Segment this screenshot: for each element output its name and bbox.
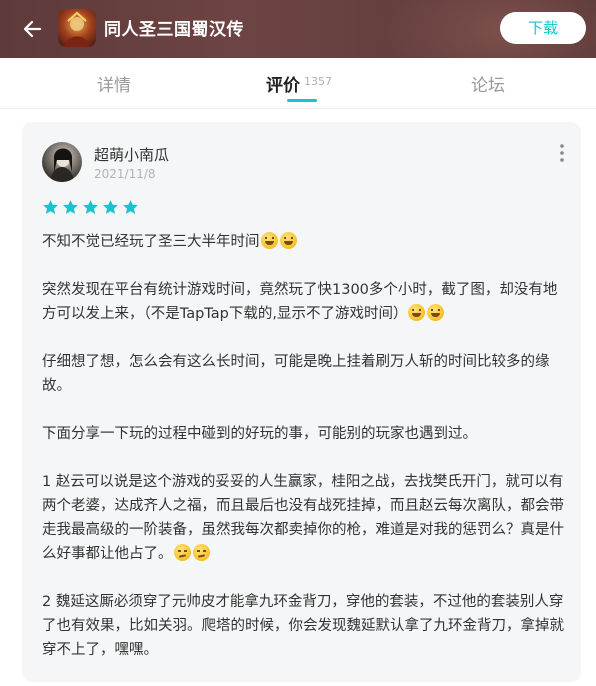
- star-icon: [43, 200, 58, 214]
- review-paragraph: 仔细想了想，怎么会有这么长时间，可能是晚上挂着刷万人斩的时间比较多的缘故。: [42, 354, 550, 394]
- download-button[interactable]: 下载: [500, 12, 586, 44]
- review-paragraph: 突然发现在平台有统计游戏时间，竟然玩了快1300多个小时，截了图，却没有地方可以…: [42, 278, 566, 326]
- review-body: 不知不觉已经玩了圣三大半年时间 突然发现在平台有统计游戏时间，竟然玩了快1300…: [42, 230, 566, 686]
- tab-reviews[interactable]: 评价 1357: [266, 71, 332, 96]
- smirk-emoji: [173, 544, 191, 561]
- more-options-icon[interactable]: [554, 142, 570, 164]
- tab-details[interactable]: 详情: [97, 71, 131, 96]
- review-paragraph: 下面分享一下玩的过程中碰到的好玩的事，可能别的玩家也遇到过。: [42, 426, 477, 442]
- star-rating: [42, 199, 142, 219]
- username[interactable]: 超萌小南瓜: [94, 144, 169, 165]
- app-icon: [58, 9, 96, 47]
- grin-sweat-emoji: [279, 232, 297, 249]
- star-icon: [123, 200, 138, 214]
- app-header: 同人圣三国蜀汉传 下载: [0, 0, 596, 58]
- star-icon: [63, 200, 78, 214]
- review-date: 2021/11/8: [94, 167, 156, 181]
- star-icon: [103, 200, 118, 214]
- tab-details-label: 详情: [97, 76, 131, 96]
- grin-sweat-emoji: [427, 304, 445, 321]
- tab-bar: 详情 评价 1357 论坛: [0, 58, 596, 109]
- grin-sweat-emoji: [408, 304, 426, 321]
- review-paragraph: 1 赵云可以说是这个游戏的妥妥的人生赢家，桂阳之战，去找樊氏开门，就可以有两个老…: [42, 470, 566, 566]
- review-count: 1357: [304, 75, 332, 88]
- back-arrow-icon[interactable]: [18, 14, 48, 44]
- tab-forum-label: 论坛: [471, 76, 505, 96]
- active-tab-indicator: [287, 99, 317, 102]
- tab-forum[interactable]: 论坛: [471, 71, 505, 96]
- review-text: 不知不觉已经玩了圣三大半年时间: [42, 234, 260, 250]
- avatar[interactable]: [42, 142, 82, 182]
- review-text: 突然发现在平台有统计游戏时间，竟然玩了快1300多个小时，截了图，却没有地方可以…: [42, 282, 558, 322]
- review-text: 1 赵云可以说是这个游戏的妥妥的人生赢家，桂阳之战，去找樊氏开门，就可以有两个老…: [42, 474, 564, 562]
- star-icon: [83, 200, 98, 214]
- review-paragraph: 2 魏延这厮必须穿了元帅皮才能拿九环金背刀，穿他的套装，不过他的套装别人穿了也有…: [42, 594, 564, 658]
- review-card: 超萌小南瓜 2021/11/8 不知不觉已经玩了圣三大半年时间 突然发现在平台有…: [22, 122, 581, 682]
- tab-reviews-label: 评价: [266, 76, 300, 96]
- smirk-emoji: [192, 544, 210, 561]
- grin-sweat-emoji: [260, 232, 278, 249]
- review-paragraph: 不知不觉已经玩了圣三大半年时间: [42, 230, 566, 254]
- app-title: 同人圣三国蜀汉传: [104, 20, 244, 40]
